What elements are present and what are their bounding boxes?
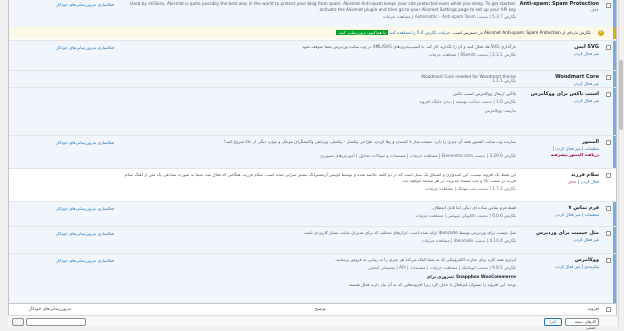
plugin-title: فرم تماس ۷ — [568, 205, 599, 211]
plugin-desc: Used by millions, Akismet is quite possi… — [129, 1, 516, 13]
plugin-meta: نگارش 1.1.1 — [492, 78, 516, 83]
plugin-checkbox[interactable] — [606, 231, 611, 236]
plugin-meta: نگارش 2.3.1 | بدست 9Seeds | مشاهده جزئیا… — [428, 52, 516, 58]
auto-update-link[interactable]: فعالسازی بەروزرسانی‌های خودکار — [19, 2, 114, 7]
plugin-action-link[interactable]: غیر فعال کردن — [555, 212, 580, 217]
plugin-meta: نگارش 6.0.6 | بدست تاکایوکی میوشی | مشاه… — [415, 213, 516, 219]
delete-link[interactable]: حذف — [590, 7, 599, 12]
plugin-description: سازنده وب سایت المنتور همه آن چیزی را دا… — [223, 139, 516, 144]
bulk-action-select[interactable]: کارهای دسته جمعی — [565, 318, 599, 330]
plugin-checkbox[interactable] — [606, 206, 611, 211]
plugin-row: Woodmart Core غیر فعال کردن Woodmart Core … — [9, 70, 616, 87]
bulk-actions-bar: کارهای دسته جمعی اجرا — [8, 315, 617, 330]
auto-update-link[interactable]: فعالسازی بەروزرسانی‌های خودکار — [19, 258, 114, 263]
active-indicator — [613, 88, 616, 135]
plugin-action-link[interactable]: غیر فعال کردن — [574, 51, 599, 56]
plugin-checkbox[interactable] — [606, 45, 611, 50]
auto-update-link[interactable]: فعالسازی بەروزرسانی‌های خودکار — [19, 45, 114, 50]
plugin-description: مثل جیمیت برای وردپرس توسط ibencode ارائ… — [302, 230, 516, 235]
active-indicator — [613, 227, 616, 253]
plugin-action-link[interactable]: تنظیمات — [585, 212, 599, 217]
plugin-row-akismet: Akismet Anti-spam: Spam Protection حذف U… — [9, 0, 616, 27]
plugin-meta: نگارش 3.29.0 | بدست Elementor.com | مشاه… — [320, 153, 516, 159]
active-indicator — [613, 136, 616, 168]
plugin-meta: نگارش 1.0 | بدست ساعت توسعه | دیدن جایگا… — [419, 99, 516, 105]
plugin-row: SVG ایمن غیر فعال کردن بارگذاری SVG ها، فع… — [9, 40, 616, 70]
plugin-row: المنتور تنظیمات | غیر فعال کردن | دریافت … — [9, 135, 616, 168]
plugin-meta: نگارش 5.3.7 | بدست Automattic - Anti-spa… — [382, 14, 516, 19]
plugin-checkbox[interactable] — [606, 140, 611, 145]
update-notice: ↻ نگارش تازه‌ای از Akismet Anti-spam: Sp… — [9, 27, 616, 39]
plugin-description: پلاگین ارسال ووکامرس اسنپ باکس — [452, 91, 516, 96]
plugin-description: فقط فرم تماس ساده ای دیگر، اما قابل انعط… — [432, 205, 516, 210]
plugin-checkbox[interactable] — [606, 92, 611, 97]
active-indicator — [613, 41, 616, 70]
plugin-row: اسنپ باکس برای ووکامرس غیر فعال کردن پلاگی… — [9, 87, 616, 135]
select-all-checkbox[interactable] — [606, 307, 611, 312]
plugin-action-link[interactable]: غیر فعال کردن — [555, 146, 580, 151]
active-indicator — [613, 254, 616, 303]
plugin-action-link[interactable]: دریافت المنتور پیشرفته — [551, 152, 599, 157]
plugin-title: مثل جیمیت برای وردپرس — [536, 230, 599, 236]
plugin-checkbox[interactable] — [606, 3, 611, 8]
bulk-apply-button[interactable]: اجرا — [544, 318, 562, 326]
plugin-checkbox[interactable] — [606, 173, 611, 178]
plugin-required-note: توجه: این افزونه را نمیتوان غیرفعال یا ح… — [347, 282, 516, 288]
plugin-description: بارگذاری SVG ها، فعال کنید و آن را بگذار… — [302, 44, 516, 49]
plugin-title: سلام فرزند — [570, 172, 599, 178]
auto-update-link[interactable]: فعالسازی بەروزرسانی‌های خودکار — [19, 206, 114, 211]
active-indicator — [613, 202, 616, 226]
plugin-checkbox[interactable] — [606, 258, 611, 263]
plugin-action-link[interactable]: غیر فعال کردن — [574, 237, 599, 242]
plugin-title: ووکامرس — [574, 257, 599, 263]
plugin-action-link[interactable]: تنظیمات — [585, 146, 599, 151]
plugin-action-link[interactable]: غیر فعال کردن — [555, 264, 580, 269]
plugin-description: ابزاری همه کاره برای تجارت الکترونیکی که… — [334, 257, 516, 262]
notice-text: نگارش تازه‌ای از Akismet Anti-spam: Spam… — [451, 30, 591, 35]
notice-update-link[interactable]: یا هم‌اکنون بروزرسانی کنید. — [335, 30, 388, 35]
plugin-action-link[interactable]: حذف — [568, 179, 577, 184]
plugin-checkbox[interactable] — [606, 75, 611, 80]
plugin-meta: نگارش 4.10.4 | بدست ibencode | مشاهده جز… — [422, 238, 516, 244]
auto-update-link[interactable]: فعالسازی بەروزرسانی‌های خودکار — [19, 231, 114, 236]
plugin-meta: نگارش 1.7.2 | بدست مت مولنگ | مشاهده جزئ… — [425, 186, 516, 192]
active-indicator — [613, 71, 616, 87]
plugin-title: Woodmart Core — [555, 74, 599, 80]
plugin-action-link[interactable]: غیر فعال کردن — [574, 98, 599, 103]
plugin-row: ووکامرس پیکربندی | غیر فعال کردن ابزاری هم… — [9, 253, 616, 303]
plugin-title: اسنپ باکس برای ووکامرس — [530, 91, 599, 97]
auto-update-link[interactable]: فعالسازی بەروزرسانی‌های خودکار — [19, 140, 114, 145]
table-footer: افزونه توضیح بەروزرسانی‌های خودکار — [9, 303, 616, 315]
plugin-requires: نیازمند: ووکامرس — [484, 108, 516, 114]
pagination-button[interactable] — [12, 318, 24, 326]
plugin-row: فرم تماس ۷ تنظیمات | غیر فعال کردن فقط فرم… — [9, 201, 616, 226]
notice-details-link[interactable]: جزئیات نگارش 5.4 را مشاهده کنید — [389, 30, 451, 35]
plugins-table: Akismet Anti-spam: Spam Protection حذف U… — [8, 0, 617, 327]
plugin-description: این فقط یک افزونه نیست، این امیدواری و ا… — [124, 172, 516, 184]
plugin-meta: نگارش 9.8.5 | بدست اتوماتیک | مشاهده جزئ… — [368, 265, 516, 271]
plugin-title: المنتور — [581, 139, 599, 145]
pagination-input[interactable] — [26, 318, 86, 326]
scrollbar-thumb[interactable] — [619, 60, 623, 130]
vertical-scrollbar[interactable] — [618, 0, 624, 327]
plugin-row: مثل جیمیت برای وردپرس غیر فعال کردن مثل جی… — [9, 226, 616, 253]
plugin-required-by: Snappbox WooCommerce :ضروری برای — [426, 274, 516, 280]
update-icon: ↻ — [598, 30, 604, 36]
plugin-action-link[interactable]: غیر فعال کردن — [574, 81, 599, 86]
plugin-action-link[interactable]: پیکربندی — [584, 264, 599, 269]
plugin-title: SVG ایمن — [574, 44, 599, 50]
plugin-row: سلام فرزند فعال کردن | حذف این فقط یک افزو… — [9, 168, 616, 201]
plugin-action-link[interactable]: فعال کردن — [581, 179, 600, 184]
